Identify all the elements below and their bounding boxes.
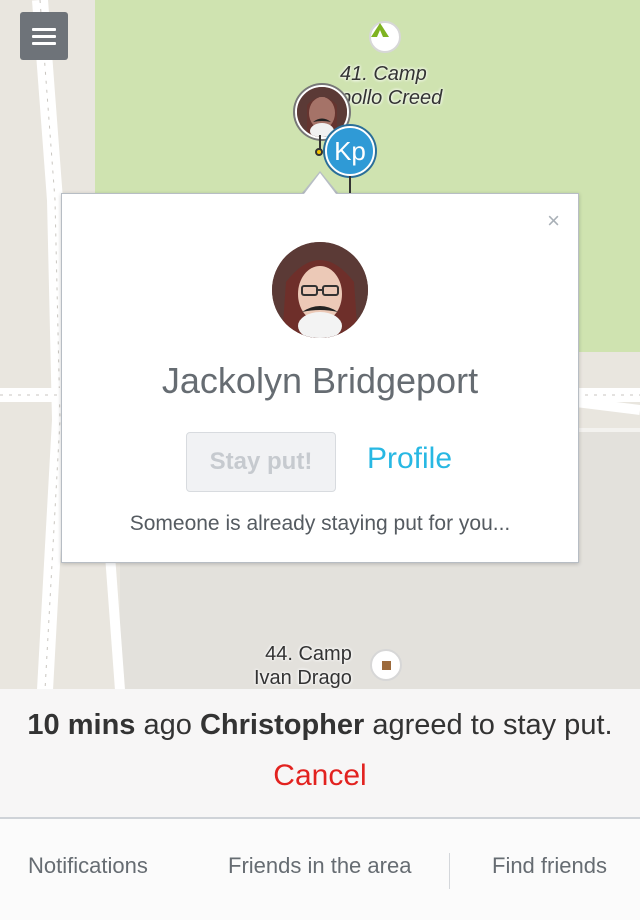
kp-friend-pin[interactable]: Kp: [325, 126, 375, 176]
kp-initials: Kp: [334, 135, 366, 166]
kp-pin-stick: [349, 176, 351, 194]
poi-label-camp-41: 41. Camp pollo Creed: [340, 63, 443, 109]
friend-avatar: [272, 242, 368, 338]
stay-put-button[interactable]: Stay put!: [186, 432, 336, 492]
status-time: 10 mins: [27, 709, 136, 741]
status-bar: 10 mins ago Christopher agreed to stay p…: [0, 689, 640, 817]
status-person: Christopher: [199, 709, 365, 741]
close-icon[interactable]: ×: [547, 208, 560, 234]
layers-list-icon: [32, 24, 56, 49]
campsite-tent-icon[interactable]: [369, 21, 401, 53]
bottom-tab-bar: Notifications Friends in the area Find f…: [0, 817, 640, 920]
tab-find-friends[interactable]: Find friends: [492, 853, 607, 879]
status-ago: ago: [143, 709, 192, 741]
cancel-button[interactable]: Cancel: [0, 759, 640, 793]
square-marker-icon[interactable]: [370, 649, 402, 681]
tab-divider: [449, 853, 450, 889]
profile-link[interactable]: Profile: [367, 442, 452, 476]
stay-put-note: Someone is already staying put for you..…: [129, 512, 511, 535]
friend-pin-dot: [315, 148, 323, 156]
friend-pin-stick: [319, 135, 321, 149]
status-action: agreed to stay put.: [372, 709, 613, 741]
friend-name: Jackolyn Bridgeport: [161, 360, 479, 401]
friend-popup: × Jackolyn Bridgeport Stay put! Profile …: [61, 193, 579, 563]
popup-arrow-fill: [304, 173, 336, 194]
status-message: 10 mins ago Christopher agreed to stay p…: [0, 709, 640, 742]
map-layers-button[interactable]: [20, 12, 68, 60]
tab-notifications[interactable]: Notifications: [28, 853, 148, 879]
poi-label-camp-44: 44. Camp Ivan Drago: [254, 643, 352, 689]
tab-friends-in-area[interactable]: Friends in the area: [228, 853, 411, 879]
